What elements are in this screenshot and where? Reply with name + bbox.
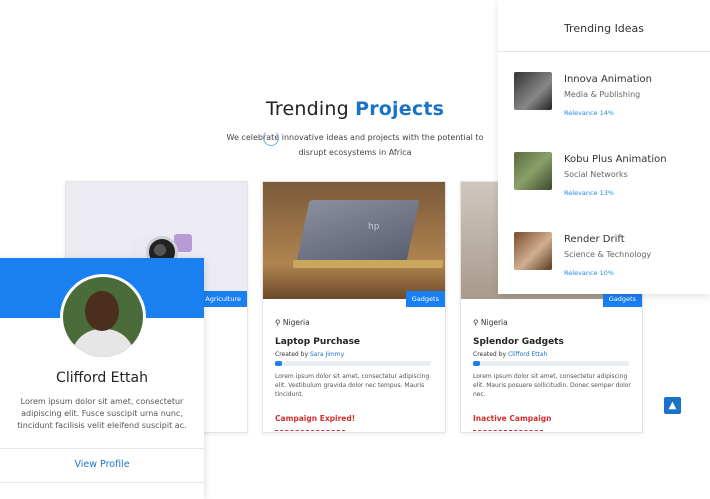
map-pin-icon: ⚲ (473, 318, 479, 327)
section-title-text: Trending (265, 98, 356, 120)
status-divider (275, 430, 345, 431)
profile-bio: Lorem ipsum dolor sit amet, consectetur … (17, 397, 187, 430)
project-creator: Created by Clifford Ettah (473, 351, 547, 358)
project-location: ⚲ Nigeria (275, 318, 310, 327)
profile-name: Clifford Ettah (56, 370, 148, 386)
creator-link[interactable]: Clifford Ettah (508, 351, 547, 358)
avatar-shirt (71, 329, 135, 357)
profile-divider (0, 448, 204, 449)
location-text: Nigeria (282, 318, 310, 327)
idea-item[interactable]: Render Drift Science & Technology Releva… (514, 232, 704, 292)
laptop-logo: hp (368, 222, 380, 232)
idea-name[interactable]: Kobu Plus Animation (564, 154, 667, 165)
progress-fill (275, 361, 282, 366)
trending-ideas-title: Trending Ideas (563, 22, 645, 35)
progress-fill (473, 361, 480, 366)
panel-divider (498, 51, 710, 52)
idea-category: Science & Technology (564, 250, 652, 259)
idea-thumbnail (514, 232, 552, 270)
idea-name[interactable]: Innova Animation (564, 74, 652, 85)
category-tag[interactable]: Gadgets (405, 291, 445, 307)
category-tag[interactable]: Agriculture (199, 291, 247, 307)
section-subtitle: We celebrate innovative ideas and projec… (226, 133, 484, 157)
created-by-label: Created by (275, 351, 309, 358)
laptop-base (293, 260, 443, 268)
idea-item[interactable]: Kobu Plus Animation Social Networks Rele… (514, 152, 704, 212)
loading-spinner-icon (263, 130, 279, 146)
scroll-top-button[interactable]: ▲ (664, 397, 681, 414)
profile-card: Clifford Ettah Lorem ipsum dolor sit ame… (0, 258, 204, 499)
campaign-status: Campaign Expired! (275, 414, 356, 423)
idea-relevance: Relevance 14% (564, 109, 615, 117)
progress-bar (473, 361, 629, 366)
avatar-face (85, 291, 119, 331)
idea-category: Media & Publishing (564, 90, 641, 99)
project-description: Lorem ipsum dolor sit amet, consectetur … (275, 373, 430, 398)
status-divider (473, 430, 543, 431)
created-by-label: Created by (473, 351, 507, 358)
chevron-up-icon: ▲ (668, 400, 677, 411)
idea-category: Social Networks (564, 170, 628, 179)
idea-thumbnail (514, 72, 552, 110)
project-title[interactable]: Splendor Gadgets (473, 337, 564, 347)
avatar[interactable] (60, 274, 146, 360)
project-title[interactable]: Laptop Purchase (275, 337, 360, 347)
view-profile-button[interactable]: View Profile (0, 459, 204, 470)
location-text: Nigeria (480, 318, 508, 327)
trending-ideas-panel: Trending Ideas Innova Animation Media & … (498, 0, 710, 294)
profile-divider (0, 482, 204, 483)
idea-relevance: Relevance 13% (564, 189, 615, 197)
progress-bar (275, 361, 431, 366)
creator-link[interactable]: Sara Jimmy (310, 351, 344, 358)
idea-relevance: Relevance 10% (564, 269, 615, 277)
section-title-accent: Projects (355, 98, 445, 120)
map-pin-icon: ⚲ (275, 318, 281, 327)
idea-thumbnail (514, 152, 552, 190)
project-location: ⚲ Nigeria (473, 318, 508, 327)
idea-item[interactable]: Innova Animation Media & Publishing Rele… (514, 72, 704, 132)
project-creator: Created by Sara Jimmy (275, 351, 344, 358)
project-image: hp Gadgets (263, 182, 445, 307)
campaign-status: Inactive Campaign (473, 414, 552, 423)
camera-lens-inner (154, 244, 166, 256)
project-card[interactable]: hp Gadgets ⚲ Nigeria Laptop Purchase Cre… (262, 181, 446, 433)
idea-name[interactable]: Render Drift (564, 234, 625, 245)
laptop-illustration (296, 200, 420, 262)
project-description: Lorem ipsum dolor sit amet, consectetur … (473, 373, 631, 398)
